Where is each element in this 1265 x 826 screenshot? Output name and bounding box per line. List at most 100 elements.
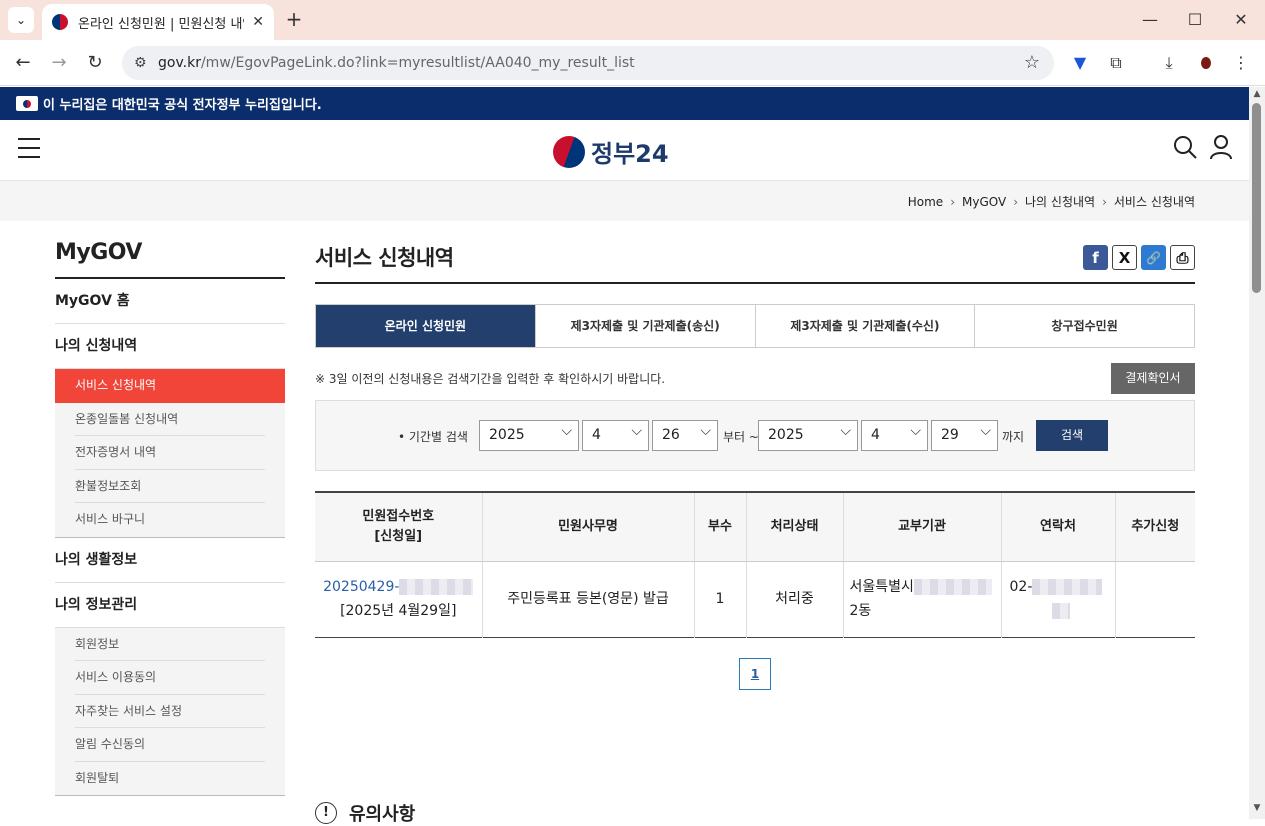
scroll-up-arrow-icon[interactable]: ▲ <box>1252 89 1262 99</box>
main-content: 서비스 신청내역 f X 🔗 ⎙ 온라인 신청민원 제3자제출 및 기관제출(송… <box>315 240 1195 825</box>
to-day-select[interactable]: 29 <box>931 417 998 451</box>
header-additional-request: 추가신청 <box>1115 492 1195 562</box>
download-icon[interactable]: ⤓ <box>1158 52 1180 74</box>
sidebar-subitem-favorites[interactable]: 자주찾는 서비스 설정 <box>75 695 265 728</box>
sidebar-subitem-childcare[interactable]: 온종일돌봄 신청내역 <box>75 403 265 436</box>
sidebar: MyGOV MyGOV 홈 나의 신청내역 서비스 신청내역 온종일돌봄 신청내… <box>55 240 285 796</box>
payment-receipt-button[interactable]: 결제확인서 <box>1111 363 1195 394</box>
scrollbar-thumb[interactable] <box>1252 103 1261 293</box>
chevron-down-icon: ⌄ <box>15 13 27 27</box>
sidebar-subitem-service-applications[interactable]: 서비스 신청내역 <box>55 369 285 403</box>
sidebar-subitem-service-basket[interactable]: 서비스 바구니 <box>75 503 265 537</box>
header-copies: 부수 <box>694 492 747 562</box>
reload-button[interactable]: ↻ <box>82 50 108 76</box>
sidebar-item-mygov-home[interactable]: MyGOV 홈 <box>55 279 285 324</box>
browser-tab-active[interactable]: 온라인 신청민원 | 민원신청 내역 ✕ <box>42 4 274 40</box>
header-issuing-agency: 교부기관 <box>843 492 1002 562</box>
address-bar[interactable]: ⚙ gov.kr/mw/EgovPageLink.do?link=myresul… <box>122 46 1054 80</box>
cell-receipt-number: 20250429- [2025년 4월29일] <box>315 561 483 637</box>
sidebar-subitem-member-info[interactable]: 회원정보 <box>75 628 265 661</box>
sidebar-subitem-service-consent[interactable]: 서비스 이용동의 <box>75 661 265 695</box>
to-month-select[interactable]: 4 <box>861 417 928 451</box>
header-service-name: 민원사무명 <box>482 492 695 562</box>
new-tab-button[interactable]: + <box>282 8 306 32</box>
browser-toolbar: ← → ↻ ⚙ gov.kr/mw/EgovPageLink.do?link=m… <box>0 40 1265 86</box>
profile-avatar[interactable] <box>1195 52 1217 74</box>
minimize-button[interactable]: — <box>1138 8 1162 32</box>
header-receipt-number: 민원접수번호 [신청일] <box>315 492 483 562</box>
bookmark-star-icon[interactable]: ☆ <box>1024 52 1040 73</box>
cell-status: 처리중 <box>746 561 844 637</box>
tab-search-dropdown-button[interactable]: ⌄ <box>8 7 34 33</box>
forward-button[interactable]: → <box>46 50 72 76</box>
search-icon[interactable] <box>1172 134 1198 160</box>
site-header: 정부24 <box>0 120 1249 181</box>
sidebar-submenu-applications: 서비스 신청내역 온종일돌봄 신청내역 전자증명서 내역 환불정보조회 서비스 … <box>55 369 285 538</box>
gov24-logo[interactable]: 정부24 <box>553 134 669 169</box>
breadcrumb-home[interactable]: Home <box>908 195 943 209</box>
extension-shield-icon[interactable]: ▼ <box>1069 52 1091 74</box>
breadcrumb-bar: Home › MyGOV › 나의 신청내역 › 서비스 신청내역 <box>0 181 1249 221</box>
extensions-puzzle-icon[interactable]: ⧉ <box>1105 52 1127 74</box>
sidebar-item-my-info-management[interactable]: 나의 정보관리 <box>55 583 285 628</box>
sidebar-subitem-notification-consent[interactable]: 알림 수신동의 <box>75 728 265 762</box>
tab-close-icon[interactable]: ✕ <box>252 14 264 30</box>
breadcrumb-separator: › <box>950 194 955 209</box>
period-search-box: • 기간별 검색 2025 4 26 부터 ~ 2025 4 29 까지 검색 <box>315 400 1195 471</box>
cell-additional-request <box>1115 561 1195 637</box>
korea-flag-icon <box>16 96 38 111</box>
sidebar-subitem-withdraw[interactable]: 회원탈퇴 <box>75 762 265 796</box>
receipt-number-link[interactable]: 20250429- <box>323 579 474 595</box>
redacted-mask <box>913 579 992 595</box>
sidebar-item-my-applications[interactable]: 나의 신청내역 <box>55 324 285 369</box>
tab-counter-applications[interactable]: 창구접수민원 <box>974 305 1194 347</box>
tab-third-party-sent[interactable]: 제3자제출 및 기관제출(송신) <box>534 305 755 347</box>
from-suffix-label: 부터 ~ <box>723 430 759 444</box>
breadcrumb-current: 서비스 신청내역 <box>1113 195 1195 209</box>
link-copy-icon[interactable]: 🔗 <box>1141 245 1166 270</box>
tab-title: 온라인 신청민원 | 민원신청 내역 <box>78 16 245 32</box>
print-icon[interactable]: ⎙ <box>1170 245 1195 270</box>
to-suffix-label: 까지 <box>1002 430 1025 444</box>
official-site-banner: 이 누리집은 대한민국 공식 전자정부 누리집입니다. <box>0 87 1249 120</box>
from-month-select[interactable]: 4 <box>582 417 649 451</box>
back-button[interactable]: ← <box>10 50 36 76</box>
breadcrumb-mygov[interactable]: MyGOV <box>962 195 1006 209</box>
header-contact: 연락처 <box>1001 492 1116 562</box>
share-toolbar: f X 🔗 ⎙ <box>1083 245 1195 270</box>
application-results-table: 민원접수번호 [신청일] 민원사무명 부수 처리상태 교부기관 연락처 추가신청 … <box>315 491 1195 638</box>
breadcrumb-my-applications[interactable]: 나의 신청내역 <box>1025 193 1095 210</box>
sidebar-item-my-life-info[interactable]: 나의 생활정보 <box>55 538 285 583</box>
x-share-icon[interactable]: X <box>1112 245 1137 270</box>
cell-service-name: 주민등록표 등본(영문) 발급 <box>482 561 695 637</box>
cell-contact: 02- <box>1001 561 1116 637</box>
user-icon[interactable] <box>1208 134 1234 160</box>
maximize-button[interactable]: ☐ <box>1183 8 1207 32</box>
logo-text: 정부24 <box>591 140 669 168</box>
redacted-mask <box>399 579 474 595</box>
application-type-tabs: 온라인 신청민원 제3자제출 및 기관제출(송신) 제3자제출 및 기관제출(수… <box>315 304 1195 348</box>
url-host: gov.kr <box>158 55 201 71</box>
to-year-select[interactable]: 2025 <box>758 417 858 451</box>
caution-section-heading: ! 유의사항 <box>315 800 415 826</box>
facebook-share-icon[interactable]: f <box>1083 245 1108 270</box>
from-day-select[interactable]: 26 <box>652 417 718 451</box>
vertical-scrollbar[interactable]: ▲ ▼ <box>1249 87 1265 819</box>
sidebar-subitem-e-certificates[interactable]: 전자증명서 내역 <box>75 436 265 470</box>
search-period-notice: ※ 3일 이전의 신청내용은 검색기간을 입력한 후 확인하시기 바랍니다. <box>315 372 666 386</box>
hamburger-menu-icon[interactable] <box>18 138 40 158</box>
from-year-select[interactable]: 2025 <box>479 417 579 451</box>
header-status: 처리상태 <box>746 492 844 562</box>
caution-title: 유의사항 <box>349 804 416 825</box>
tab-third-party-received[interactable]: 제3자제출 및 기관제출(수신) <box>754 305 975 347</box>
period-search-button[interactable]: 검색 <box>1036 420 1108 451</box>
tab-online-applications[interactable]: 온라인 신청민원 <box>316 305 535 347</box>
site-settings-icon[interactable]: ⚙ <box>134 55 147 71</box>
scroll-down-arrow-icon[interactable]: ▼ <box>1252 803 1262 813</box>
sidebar-subitem-refund-info[interactable]: 환불정보조회 <box>75 470 265 503</box>
close-window-button[interactable]: ✕ <box>1229 8 1253 32</box>
browser-menu-icon[interactable]: ⋮ <box>1230 52 1252 74</box>
pagination-page-1[interactable]: 1 <box>739 658 771 690</box>
period-search-label: • 기간별 검색 <box>398 430 468 444</box>
redacted-mask <box>1032 579 1103 595</box>
